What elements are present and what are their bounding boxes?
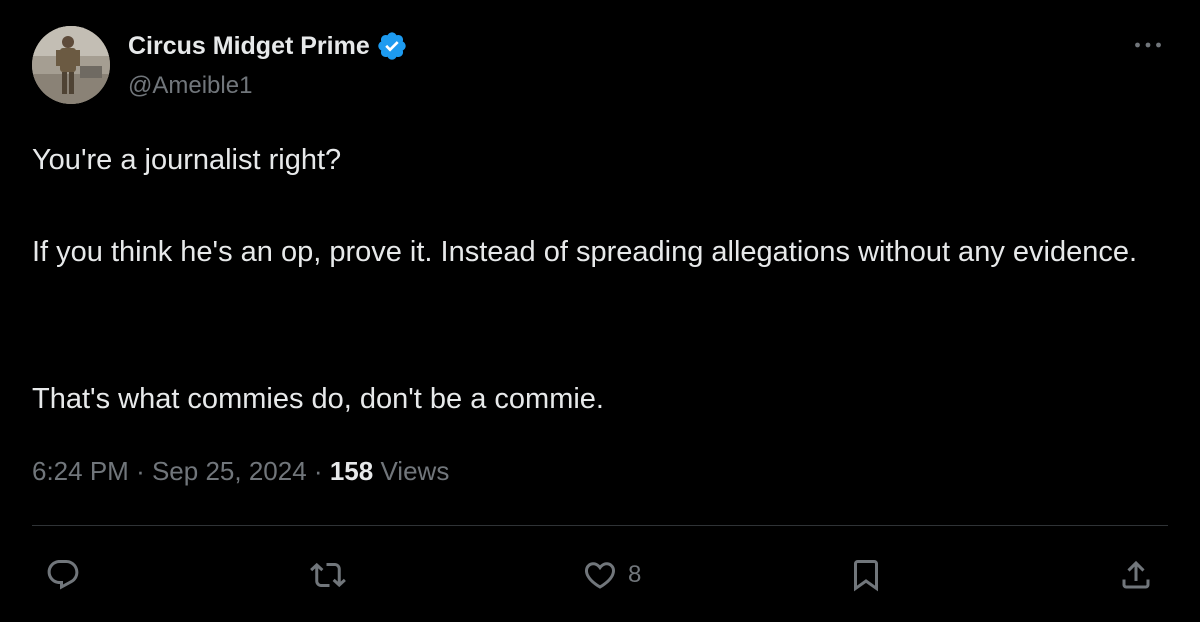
share-icon xyxy=(1122,560,1150,589)
tweet-time[interactable]: 6:24 PM xyxy=(32,456,129,486)
retweet-icon xyxy=(310,562,346,588)
more-options-icon[interactable] xyxy=(1128,30,1168,60)
tweet: Circus Midget Prime @Ameible1 You're a j… xyxy=(0,0,1200,622)
views-count: 158 xyxy=(329,456,374,486)
tweet-metadata: 6:24 PM · Sep 25, 2024 · 158 Views xyxy=(32,456,449,487)
tweet-text-paragraph: That's what commies do, don't be a commi… xyxy=(32,383,604,415)
avatar[interactable] xyxy=(32,26,110,104)
like-button[interactable]: 8 xyxy=(582,556,641,594)
author-handle[interactable]: @Ameible1 xyxy=(128,72,252,100)
like-count: 8 xyxy=(628,561,642,588)
author-name-row: Circus Midget Prime xyxy=(128,29,408,63)
tweet-text-paragraph: You're a journalist right? xyxy=(32,144,342,176)
divider xyxy=(32,525,1168,526)
reply-button[interactable] xyxy=(45,556,91,594)
author-display-name[interactable]: Circus Midget Prime xyxy=(128,32,370,61)
meta-separator: · xyxy=(313,456,323,486)
bookmark-icon xyxy=(854,560,878,592)
tweet-text-paragraph: If you think he's an op, prove it. Inste… xyxy=(32,236,1138,268)
tweet-date[interactable]: Sep 25, 2024 xyxy=(152,456,307,486)
meta-separator: · xyxy=(136,456,145,486)
reply-icon xyxy=(47,560,79,590)
bookmark-button[interactable] xyxy=(848,556,894,594)
views-label: Views xyxy=(380,456,450,486)
retweet-button[interactable] xyxy=(310,556,356,594)
heart-icon xyxy=(584,562,616,589)
share-button[interactable] xyxy=(1118,556,1154,594)
verified-badge-icon[interactable] xyxy=(376,30,408,62)
avatar-image xyxy=(32,26,110,104)
